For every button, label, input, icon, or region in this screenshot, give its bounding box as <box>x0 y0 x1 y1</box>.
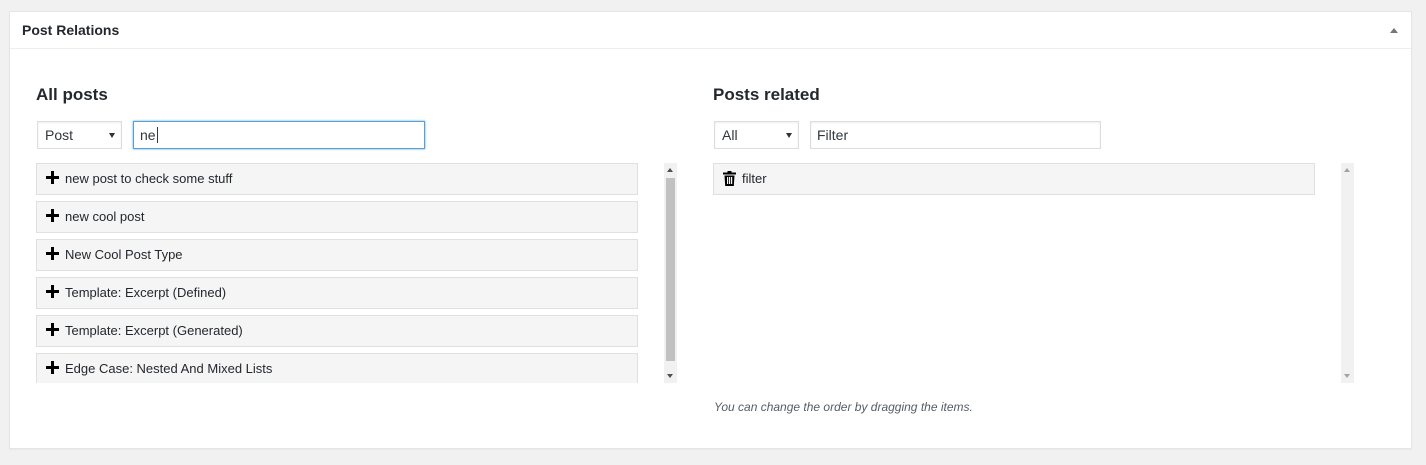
list-item-label: new post to check some stuff <box>65 171 233 186</box>
plus-icon[interactable] <box>46 171 59 184</box>
list-item[interactable]: Edge Case: Nested And Mixed Lists <box>36 353 638 383</box>
all-posts-search-input[interactable]: ne <box>133 121 425 149</box>
all-posts-scrollbar[interactable] <box>664 163 677 383</box>
plus-icon[interactable] <box>46 323 59 336</box>
list-item-label: Template: Excerpt (Generated) <box>65 323 243 338</box>
metabox-title: Post Relations <box>22 22 120 38</box>
plus-icon[interactable] <box>46 361 59 374</box>
posts-related-list: filter <box>713 163 1316 383</box>
post-type-select[interactable]: Post <box>37 121 122 149</box>
list-item-label: Edge Case: Nested And Mixed Lists <box>65 361 273 376</box>
chevron-down-icon <box>786 133 792 138</box>
post-relations-metabox: Post Relations All posts Post ne new pos… <box>9 11 1412 449</box>
scroll-down-arrow-icon[interactable] <box>664 370 677 383</box>
related-list-item[interactable]: filter <box>713 163 1315 195</box>
scroll-up-arrow-icon[interactable] <box>1341 163 1354 176</box>
posts-related-heading: Posts related <box>713 85 820 104</box>
related-filter-input[interactable]: Filter <box>810 121 1101 149</box>
plus-icon[interactable] <box>46 285 59 298</box>
drag-order-hint: You can change the order by dragging the… <box>714 400 973 414</box>
post-type-select-value: Post <box>45 127 74 143</box>
list-item-label: New Cool Post Type <box>65 247 183 262</box>
plus-icon[interactable] <box>46 247 59 260</box>
trash-icon[interactable] <box>723 171 736 186</box>
list-item[interactable]: new post to check some stuff <box>36 163 638 195</box>
plus-icon[interactable] <box>46 209 59 222</box>
scrollbar-thumb[interactable] <box>666 178 675 361</box>
all-posts-list: new post to check some stuff new cool po… <box>36 163 639 383</box>
list-item[interactable]: new cool post <box>36 201 638 233</box>
chevron-down-icon <box>109 133 115 138</box>
list-item[interactable]: New Cool Post Type <box>36 239 638 271</box>
scroll-down-arrow-icon[interactable] <box>1341 370 1354 383</box>
list-item-label: new cool post <box>65 209 145 224</box>
list-item[interactable]: Template: Excerpt (Generated) <box>36 315 638 347</box>
related-type-select[interactable]: All <box>714 121 799 149</box>
list-item[interactable]: Template: Excerpt (Defined) <box>36 277 638 309</box>
text-caret <box>156 127 158 143</box>
scroll-up-arrow-icon[interactable] <box>664 163 677 176</box>
collapse-toggle-icon[interactable] <box>1387 24 1401 38</box>
all-posts-heading: All posts <box>36 85 108 104</box>
posts-related-scrollbar[interactable] <box>1341 163 1354 383</box>
list-item-label: Template: Excerpt (Defined) <box>65 285 227 300</box>
metabox-header: Post Relations <box>10 12 1411 49</box>
related-type-select-value: All <box>722 127 738 143</box>
filter-input-value: Filter <box>817 127 849 143</box>
related-item-label: filter <box>742 171 767 186</box>
search-input-value: ne <box>140 127 156 143</box>
